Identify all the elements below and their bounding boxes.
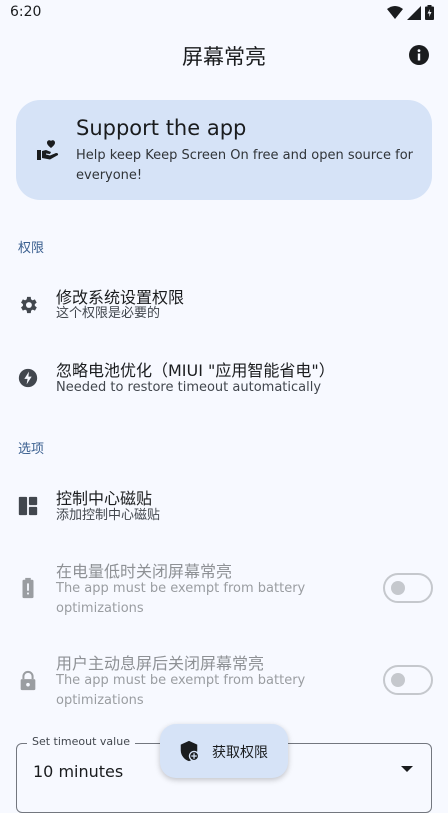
fab-label: 获取权限 — [212, 745, 268, 761]
battery-alert-icon — [22, 577, 34, 599]
timeout-value: 10 minutes — [33, 762, 124, 781]
section-title-options: 选项 — [18, 442, 45, 457]
pref-subtitle: The app must be exempt from battery opti… — [56, 673, 306, 708]
status-icons — [387, 5, 434, 20]
switch-knob — [391, 581, 405, 595]
pref-subtitle: The app must be exempt from battery opti… — [56, 581, 306, 616]
battery-saver-icon — [18, 368, 38, 388]
lock-icon — [20, 670, 36, 691]
battery-icon — [425, 5, 434, 20]
pref-subtitle: 这个权限是必要的 — [56, 306, 161, 321]
wifi-icon — [387, 5, 403, 19]
grant-permission-button[interactable]: 获取权限 — [160, 724, 288, 778]
app-bar: 屏幕常亮 — [0, 30, 448, 82]
gear-icon — [21, 296, 37, 314]
low-battery-switch[interactable] — [383, 573, 433, 603]
shield-add-icon — [180, 740, 200, 762]
pref-subtitle: Needed to restore timeout automatically — [56, 380, 322, 395]
pref-subtitle: 添加控制中心磁贴 — [56, 508, 161, 523]
info-icon[interactable] — [408, 44, 430, 66]
timeout-label: Set timeout value — [27, 735, 135, 748]
screen-off-switch[interactable] — [383, 665, 433, 695]
signal-icon — [407, 5, 421, 20]
support-title: Support the app — [76, 116, 247, 140]
switch-knob — [391, 673, 405, 687]
support-description: Help keep Keep Screen On free and open s… — [76, 148, 414, 183]
section-title-permissions: 权限 — [18, 241, 45, 256]
support-card[interactable]: Support the app Help keep Keep Screen On… — [16, 100, 432, 200]
page-title: 屏幕常亮 — [182, 45, 266, 69]
chevron-down-icon[interactable] — [401, 766, 413, 772]
heart-hand-icon — [37, 140, 59, 160]
status-bar: 6:20 — [0, 0, 448, 26]
status-time: 6:20 — [10, 4, 42, 20]
tile-icon — [18, 496, 38, 516]
